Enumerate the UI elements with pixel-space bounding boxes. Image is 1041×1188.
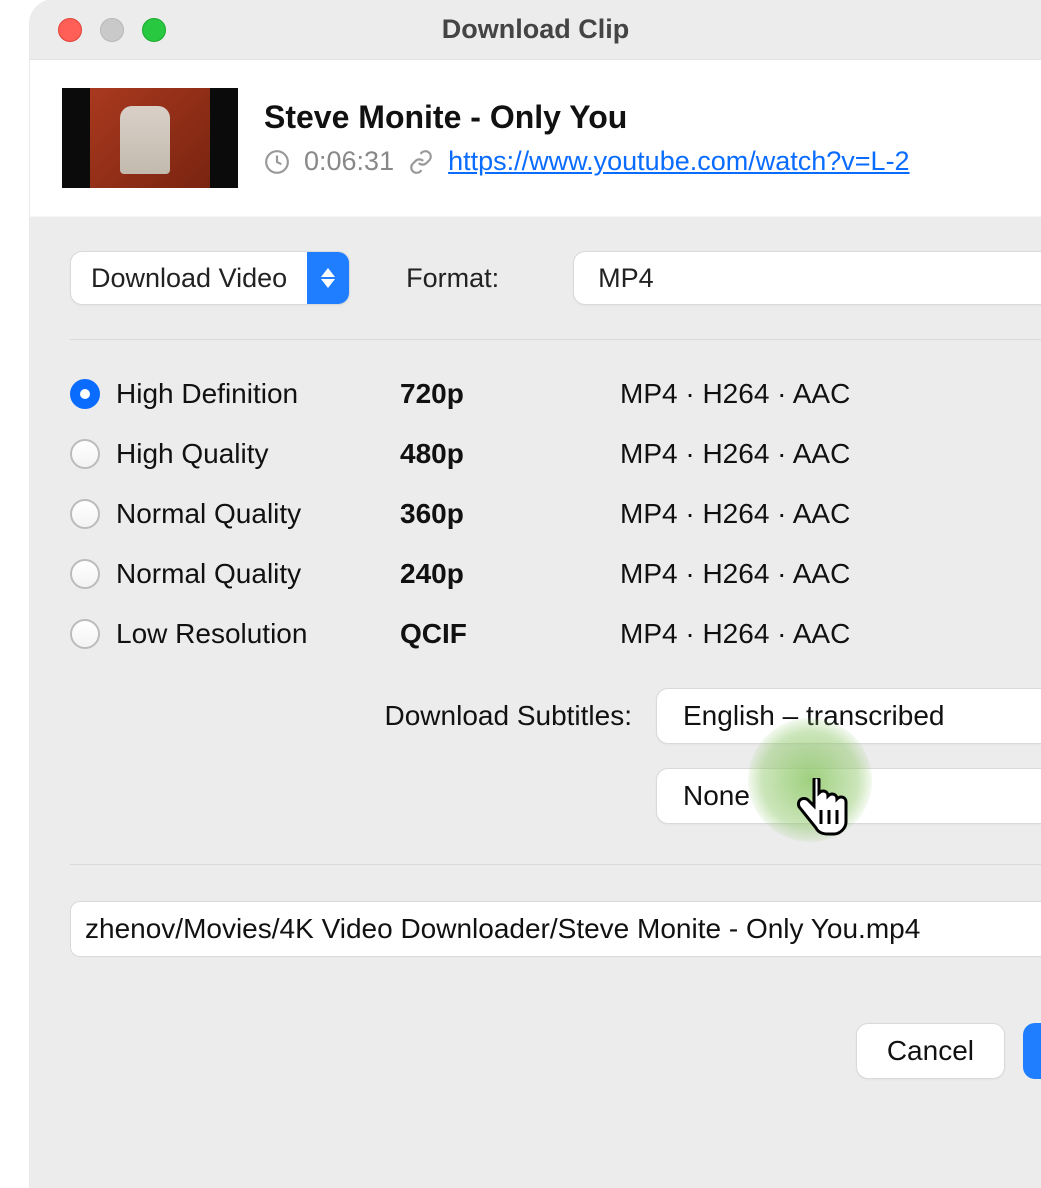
subtitles-section: Download Subtitles: English – transcribe… [70, 688, 1041, 864]
close-window-button[interactable] [58, 18, 82, 42]
video-url-link[interactable]: https://www.youtube.com/watch?v=L-2 [448, 146, 909, 177]
video-meta: Steve Monite - Only You 0:06:31 https://… [264, 99, 1041, 177]
subtitles-label: Download Subtitles: [70, 700, 656, 732]
save-path-input[interactable] [70, 901, 1041, 957]
video-title: Steve Monite - Only You [264, 99, 1041, 136]
quality-label: Normal Quality [116, 558, 301, 590]
radio-icon [70, 379, 100, 409]
radio-icon [70, 559, 100, 589]
download-mode-select[interactable]: Download Video [70, 251, 350, 305]
format-select[interactable]: MP4 [573, 251, 1041, 305]
radio-icon [70, 439, 100, 469]
quality-label: Normal Quality [116, 498, 301, 530]
save-path-section [70, 864, 1041, 957]
updown-icon [307, 252, 349, 304]
dialog-footer: Cancel [70, 957, 1041, 1079]
controls-bar: Download Video Format: MP4 [30, 217, 1041, 339]
quality-row[interactable]: Normal Quality 240p MP4 · H264 · AAC [70, 544, 1041, 604]
quality-row[interactable]: Low Resolution QCIF MP4 · H264 · AAC [70, 604, 1041, 664]
quality-row[interactable]: Normal Quality 360p MP4 · H264 · AAC [70, 484, 1041, 544]
titlebar: Download Clip [30, 0, 1041, 60]
quality-resolution: 240p [400, 558, 620, 590]
link-icon [408, 149, 434, 175]
quality-row[interactable]: High Definition 720p MP4 · H264 · AAC [70, 364, 1041, 424]
traffic-lights [30, 18, 166, 42]
video-header: Steve Monite - Only You 0:06:31 https://… [30, 60, 1041, 217]
quality-resolution: 480p [400, 438, 620, 470]
subtitles-select-1[interactable]: English – transcribed [656, 688, 1041, 744]
clock-icon [264, 149, 290, 175]
minimize-window-button[interactable] [100, 18, 124, 42]
quality-codec: MP4 · H264 · AAC [620, 378, 1041, 410]
subtitles-select-2[interactable]: None [656, 768, 1041, 824]
quality-codec: MP4 · H264 · AAC [620, 618, 1041, 650]
quality-label: High Quality [116, 438, 269, 470]
video-thumbnail [62, 88, 238, 188]
quality-label: Low Resolution [116, 618, 307, 650]
quality-label: High Definition [116, 378, 298, 410]
window-title: Download Clip [442, 14, 629, 45]
download-button[interactable] [1023, 1023, 1041, 1079]
subtitles-option-label: None [683, 780, 750, 812]
radio-icon [70, 619, 100, 649]
download-mode-label: Download Video [71, 252, 307, 304]
maximize-window-button[interactable] [142, 18, 166, 42]
cancel-button[interactable]: Cancel [856, 1023, 1005, 1079]
quality-list: High Definition 720p MP4 · H264 · AAC Hi… [70, 339, 1041, 688]
quality-row[interactable]: High Quality 480p MP4 · H264 · AAC [70, 424, 1041, 484]
video-duration: 0:06:31 [304, 146, 394, 177]
quality-codec: MP4 · H264 · AAC [620, 558, 1041, 590]
quality-codec: MP4 · H264 · AAC [620, 498, 1041, 530]
format-value: MP4 [598, 263, 654, 294]
quality-resolution: QCIF [400, 618, 620, 650]
subtitles-option-label: English – transcribed [683, 700, 944, 732]
cancel-button-label: Cancel [887, 1035, 974, 1067]
format-label: Format: [406, 263, 499, 294]
radio-icon [70, 499, 100, 529]
quality-resolution: 720p [400, 378, 620, 410]
quality-resolution: 360p [400, 498, 620, 530]
quality-codec: MP4 · H264 · AAC [620, 438, 1041, 470]
download-clip-window: Download Clip Steve Monite - Only You 0:… [30, 0, 1041, 1188]
